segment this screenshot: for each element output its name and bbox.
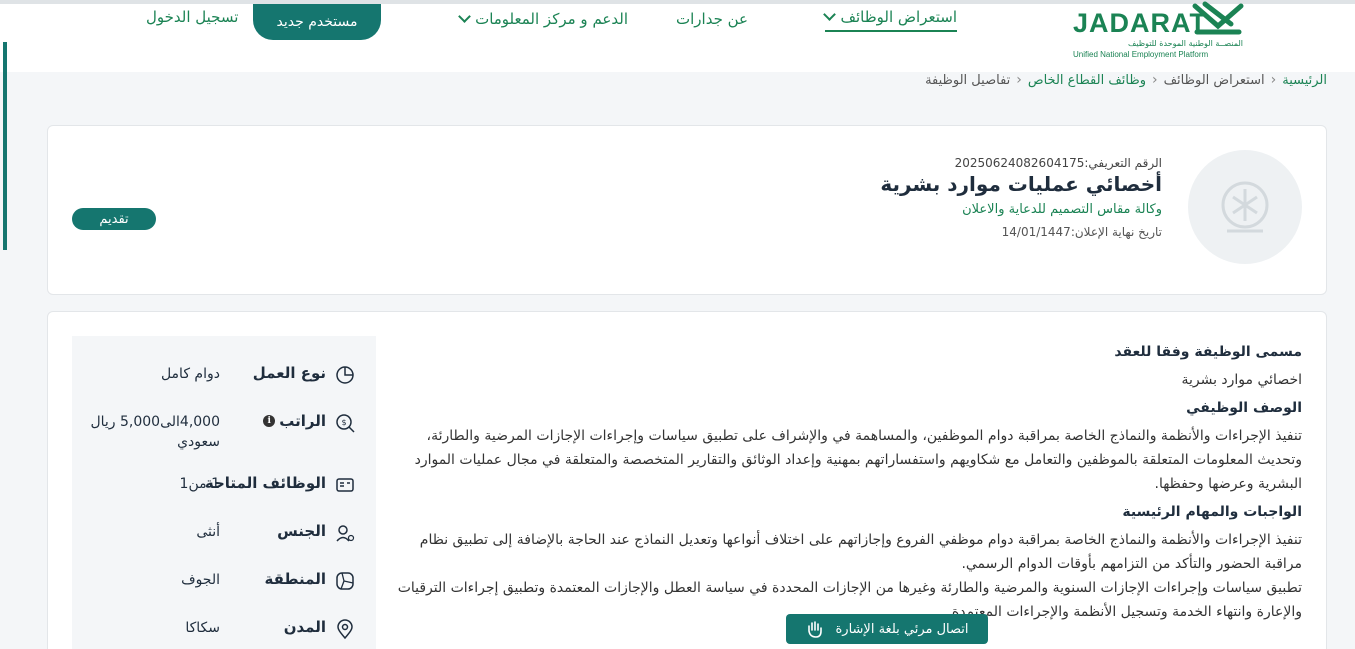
logo-arabic-text: المنصــة الوطنية الموحدة للتوظيف	[1128, 39, 1243, 48]
job-details-content: مسمى الوظيفة وفقا للعقد اخصائي موارد بشر…	[392, 344, 1302, 632]
salary-value: 4,000الى5,000 ريال سعودي	[90, 414, 220, 450]
breadcrumb-separator-icon: ‹	[1151, 72, 1158, 88]
jadarat-logo[interactable]: JADARAT المنصــة الوطنية الموحدة للتوظيف…	[1063, 1, 1253, 64]
emblem-placeholder-icon	[1221, 181, 1269, 233]
vacancies-label: الوظائف المتاحة	[204, 474, 326, 492]
cities-label: المدن	[283, 618, 326, 636]
job-title: أخصائي عمليات موارد بشرية	[880, 172, 1162, 196]
pie-chart-icon	[336, 366, 354, 384]
region-label: المنطقة	[264, 570, 326, 588]
breadcrumb-home[interactable]: الرئيسية	[1282, 73, 1327, 88]
chevron-down-icon	[458, 10, 471, 23]
new-user-button[interactable]: مستخدم جديد	[253, 4, 381, 40]
job-id-value: 20250624082604175	[954, 156, 1085, 170]
duties-heading: الواجبات والمهام الرئيسية	[1122, 504, 1302, 520]
id-card-icon	[336, 478, 354, 492]
nav-about-label: عن جدارات	[676, 10, 748, 28]
job-id: الرقم التعريفي:20250624082604175	[880, 156, 1162, 170]
gender-icon	[336, 525, 355, 542]
salary-label-text: الراتب	[279, 412, 326, 430]
nav-support-label: الدعم و مركز المعلومات	[475, 10, 628, 28]
sign-language-label: اتصال مرئي بلغة الإشارة	[835, 621, 969, 637]
nav-browse-jobs-label: استعراض الوظائف	[840, 8, 957, 26]
nav-browse-jobs[interactable]: استعراض الوظائف	[823, 6, 957, 32]
job-info: الرقم التعريفي:20250624082604175 أخصائي …	[880, 156, 1162, 239]
deadline-label: تاريخ نهاية الإعلان:	[1070, 225, 1162, 239]
svg-text:$: $	[341, 418, 346, 427]
breadcrumb-separator-icon: ‹	[1016, 72, 1022, 88]
sign-language-button[interactable]: اتصال مرئي بلغة الإشارة	[786, 614, 988, 644]
nav-about-jadarat[interactable]: عن جدارات	[676, 6, 748, 32]
login-link[interactable]: تسجيل الدخول	[146, 8, 238, 26]
vacancies-value: 1 من1	[179, 476, 220, 492]
top-header: JADARAT المنصــة الوطنية الموحدة للتوظيف…	[0, 0, 1355, 72]
info-icon[interactable]: i	[263, 415, 276, 427]
logo-english-text: Unified National Employment Platform	[1073, 50, 1209, 59]
hand-sign-icon	[808, 621, 823, 638]
job-header-card: الرقم التعريفي:20250624082604175 أخصائي …	[47, 125, 1327, 295]
side-accent-bar	[3, 42, 7, 250]
region-value: الجوف	[181, 572, 220, 588]
location-pin-icon	[337, 619, 353, 640]
nav-support-center[interactable]: الدعم و مركز المعلومات	[458, 6, 628, 32]
description-heading: الوصف الوظيفي	[1186, 400, 1302, 416]
breadcrumb-jobs[interactable]: استعراض الوظائف	[1164, 73, 1265, 88]
logo-mark-icon	[1192, 1, 1244, 35]
breadcrumb-separator-icon: ‹	[1270, 72, 1277, 88]
breadcrumb-private-jobs[interactable]: وظائف القطاع الخاص	[1028, 73, 1146, 88]
job-details-card: مسمى الوظيفة وفقا للعقد اخصائي موارد بشر…	[47, 311, 1327, 649]
description-text: تنفيذ الإجراءات والأنظمة والنماذج الخاصة…	[414, 428, 1302, 492]
contract-title-heading: مسمى الوظيفة وفقا للعقد	[1114, 344, 1302, 360]
chevron-down-icon	[823, 8, 837, 21]
job-id-label: الرقم التعريفي:	[1084, 156, 1162, 170]
deadline-value: 14/01/1447	[1001, 225, 1071, 239]
cities-value: سكاكا	[185, 620, 220, 636]
apply-button[interactable]: تقديم	[72, 208, 156, 230]
gender-value: أنثى	[196, 524, 220, 540]
duties-text-1: تنفيذ الإجراءات والأنظمة والنماذج الخاصة…	[419, 532, 1302, 572]
company-logo	[1188, 150, 1302, 264]
salary-label: الراتب i	[263, 412, 326, 430]
contract-title-text: اخصائي موارد بشرية	[1181, 372, 1302, 388]
company-name-link[interactable]: وكالة مقاس التصميم للدعاية والاعلان	[880, 202, 1162, 217]
money-search-icon: $	[336, 414, 355, 433]
map-icon	[336, 572, 354, 590]
logo-word: JADARAT	[1073, 8, 1207, 38]
job-summary-panel: نوع العمل دوام كامل $ الراتب i 4,000الى5,…	[72, 336, 376, 649]
work-type-label: نوع العمل	[252, 364, 326, 382]
breadcrumb: الرئيسية ‹ استعراض الوظائف ‹ وظائف القطا…	[925, 72, 1327, 88]
breadcrumb-current: تفاصيل الوظيفة	[925, 72, 1011, 88]
gender-label: الجنس	[277, 522, 326, 540]
work-type-value: دوام كامل	[160, 366, 220, 382]
job-deadline: تاريخ نهاية الإعلان:14/01/1447	[880, 225, 1162, 239]
